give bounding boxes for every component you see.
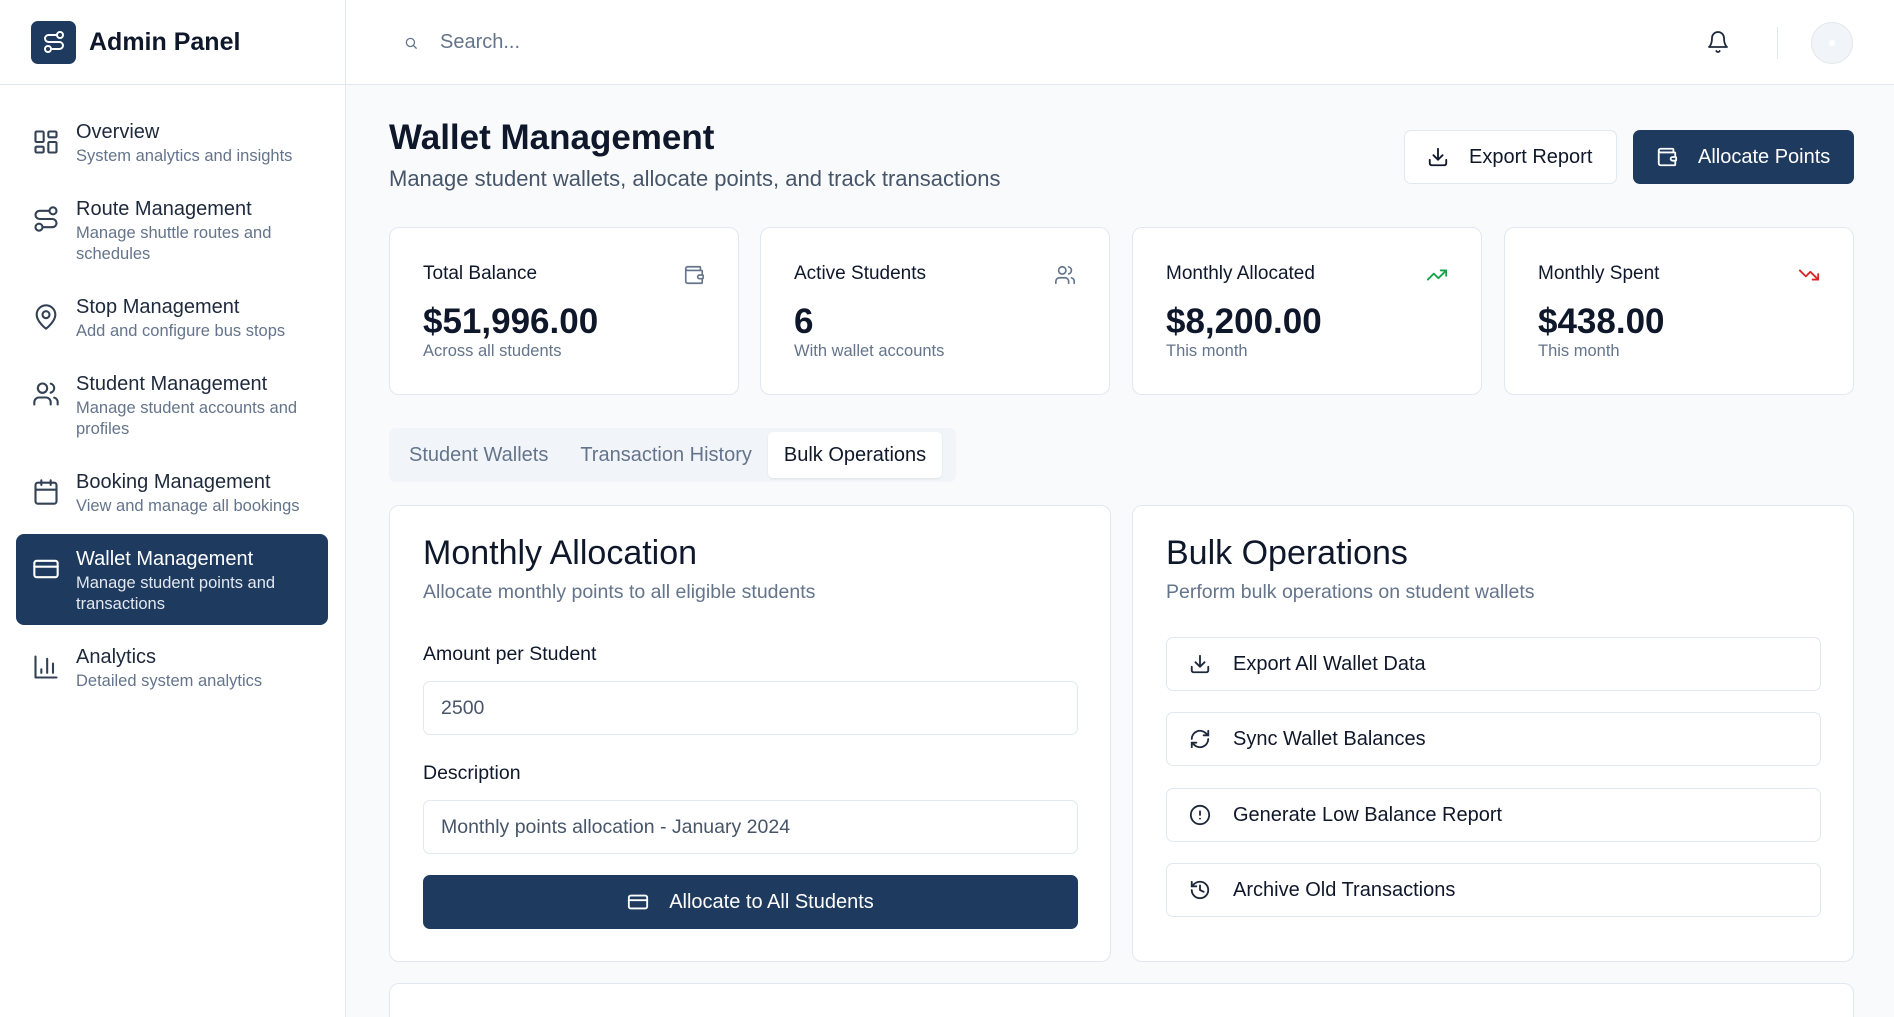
generate-low-balance-report-button[interactable]: Generate Low Balance Report <box>1166 788 1821 842</box>
sidebar-item-wallet-management[interactable]: Wallet Management Manage student points … <box>16 534 328 625</box>
users-icon <box>1054 264 1076 286</box>
stat-label: Monthly Allocated <box>1166 263 1315 284</box>
monthly-allocation-panel: Monthly Allocation Allocate monthly poin… <box>389 505 1111 962</box>
search-input[interactable] <box>440 24 1040 60</box>
map-pin-icon <box>32 303 62 333</box>
avatar-dot <box>1829 40 1835 46</box>
archive-old-transactions-button[interactable]: Archive Old Transactions <box>1166 863 1821 917</box>
stat-sub: Across all students <box>423 342 562 360</box>
stat-label: Total Balance <box>423 263 538 284</box>
trending-down-icon <box>1798 264 1820 286</box>
sidebar-item-analytics[interactable]: Analytics Detailed system analytics <box>16 632 328 702</box>
sidebar-item-desc: Add and configure bus stops <box>76 322 286 340</box>
sidebar-item-label: Student Management <box>76 373 268 395</box>
panel-title: Bulk Operations <box>1166 534 1408 572</box>
app-title: Admin Panel <box>89 27 241 56</box>
route-icon <box>32 205 62 235</box>
tab-transaction-history[interactable]: Transaction History <box>564 432 768 478</box>
allocate-points-label: Allocate Points <box>1698 145 1831 168</box>
stat-label: Monthly Spent <box>1538 263 1660 284</box>
bulk-operations-panel: Bulk Operations Perform bulk operations … <box>1132 505 1854 962</box>
op-label: Generate Low Balance Report <box>1233 803 1503 826</box>
refresh-icon <box>1189 728 1211 750</box>
op-label: Archive Old Transactions <box>1233 878 1456 901</box>
brand: Admin Panel <box>0 0 345 85</box>
topbar-divider <box>1777 27 1778 59</box>
sidebar-item-desc: Manage shuttle routes and schedules <box>76 224 272 263</box>
wallet-icon <box>1656 146 1678 168</box>
description-input[interactable] <box>423 800 1078 854</box>
tabs: Student Wallets Transaction History Bulk… <box>389 428 956 482</box>
users-icon <box>32 380 62 410</box>
stat-sub: With wallet accounts <box>794 342 945 360</box>
panel-desc: Perform bulk operations on student walle… <box>1166 581 1535 603</box>
description-label: Description <box>423 762 521 784</box>
sidebar-item-label: Booking Management <box>76 471 271 493</box>
stat-card-total-balance: Total Balance $51,996.00 Across all stud… <box>389 227 739 395</box>
sidebar-item-label: Overview <box>76 121 160 143</box>
calendar-icon <box>32 478 62 508</box>
sidebar-item-label: Wallet Management <box>76 548 254 570</box>
panel-desc: Allocate monthly points to all eligible … <box>423 581 816 603</box>
grid-icon <box>32 128 62 158</box>
export-report-button[interactable]: Export Report <box>1404 130 1617 184</box>
sidebar-item-student-management[interactable]: Student Management Manage student accoun… <box>16 359 328 450</box>
sidebar-item-stop-management[interactable]: Stop Management Add and configure bus st… <box>16 282 328 352</box>
trending-up-icon <box>1426 264 1448 286</box>
stat-value: $8,200.00 <box>1166 302 1322 341</box>
sidebar-item-booking-management[interactable]: Booking Management View and manage all b… <box>16 457 328 527</box>
sidebar-item-label: Analytics <box>76 646 157 668</box>
sidebar: Admin Panel Overview System analytics an… <box>0 0 346 1017</box>
stat-label: Active Students <box>794 263 927 284</box>
sidebar-item-desc: Detailed system analytics <box>76 672 263 690</box>
history-icon <box>1189 879 1211 901</box>
sidebar-item-label: Route Management <box>76 198 252 220</box>
op-label: Export All Wallet Data <box>1233 652 1426 675</box>
sidebar-item-desc: View and manage all bookings <box>76 497 300 515</box>
amount-per-student-input[interactable] <box>423 681 1078 735</box>
op-label: Sync Wallet Balances <box>1233 727 1426 750</box>
bottom-card <box>389 983 1854 1017</box>
export-report-label: Export Report <box>1469 145 1593 168</box>
sidebar-item-desc: System analytics and insights <box>76 147 293 165</box>
stat-card-active-students: Active Students 6 With wallet accounts <box>760 227 1110 395</box>
stat-value: $438.00 <box>1538 302 1665 341</box>
search-icon <box>404 36 418 50</box>
avatar[interactable] <box>1811 22 1853 64</box>
panel-title: Monthly Allocation <box>423 534 698 572</box>
page-title: Wallet Management <box>389 118 715 157</box>
tab-student-wallets[interactable]: Student Wallets <box>393 432 564 478</box>
allocate-points-button[interactable]: Allocate Points <box>1633 130 1854 184</box>
stat-sub: This month <box>1538 342 1620 360</box>
stat-value: 6 <box>794 302 814 341</box>
credit-card-icon <box>627 891 649 913</box>
page-subtitle: Manage student wallets, allocate points,… <box>389 166 1001 191</box>
allocate-to-all-students-button[interactable]: Allocate to All Students <box>423 875 1078 929</box>
amount-label: Amount per Student <box>423 643 597 665</box>
sidebar-item-desc: Manage student points and transactions <box>76 574 276 613</box>
tab-bulk-operations[interactable]: Bulk Operations <box>767 432 943 478</box>
route-logo-icon <box>31 20 76 64</box>
stat-sub: This month <box>1166 342 1248 360</box>
sidebar-item-route-management[interactable]: Route Management Manage shuttle routes a… <box>16 184 328 275</box>
sidebar-nav: Overview System analytics and insights R… <box>16 107 328 709</box>
stat-value: $51,996.00 <box>423 302 599 341</box>
topbar <box>346 0 1894 85</box>
sidebar-item-label: Stop Management <box>76 296 240 318</box>
bell-icon[interactable] <box>1706 30 1730 54</box>
bar-chart-icon <box>32 653 62 683</box>
stat-card-monthly-spent: Monthly Spent $438.00 This month <box>1504 227 1854 395</box>
stat-card-monthly-allocated: Monthly Allocated $8,200.00 This month <box>1132 227 1482 395</box>
sidebar-item-overview[interactable]: Overview System analytics and insights <box>16 107 328 177</box>
alert-circle-icon <box>1189 804 1211 826</box>
sync-wallet-balances-button[interactable]: Sync Wallet Balances <box>1166 712 1821 766</box>
wallet-icon <box>683 264 705 286</box>
sidebar-item-desc: Manage student accounts and profiles <box>76 399 298 438</box>
download-icon <box>1189 653 1211 675</box>
credit-card-icon <box>32 555 62 585</box>
allocate-to-all-label: Allocate to All Students <box>669 890 874 913</box>
download-icon <box>1427 146 1449 168</box>
export-all-wallet-data-button[interactable]: Export All Wallet Data <box>1166 637 1821 691</box>
